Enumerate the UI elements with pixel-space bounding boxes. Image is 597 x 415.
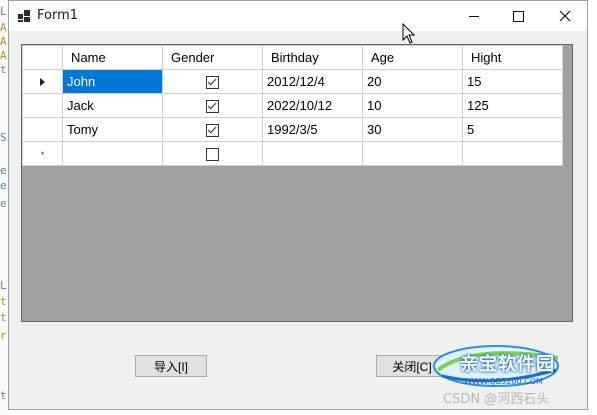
data-grid[interactable]: Name Gender Birthday Age Hight John 2012… — [21, 44, 573, 322]
gender-checkbox[interactable] — [206, 124, 219, 138]
table-row: Jack 2022/10/12 10 125 — [22, 93, 563, 118]
grid-table: Name Gender Birthday Age Hight John 2012… — [22, 45, 563, 166]
watermark-text: 亲宝软件园 — [460, 354, 555, 375]
cell-hight[interactable]: 5 — [462, 117, 563, 142]
code-char: t — [0, 311, 7, 324]
row-header[interactable] — [22, 69, 63, 94]
cell-birthday[interactable]: 2022/10/12 — [262, 93, 363, 118]
cell-gender[interactable] — [162, 117, 263, 142]
minimize-button[interactable] — [451, 1, 496, 31]
close-icon — [559, 10, 570, 22]
cell-name[interactable]: Tomy — [62, 117, 163, 142]
grid-corner[interactable] — [22, 45, 63, 70]
column-header-age[interactable]: Age — [362, 45, 463, 70]
cell-age[interactable] — [362, 141, 463, 166]
code-char: S — [0, 131, 7, 144]
table-row: John 2012/12/4 20 15 — [22, 69, 563, 94]
cell-gender[interactable] — [162, 69, 263, 94]
code-char: e — [0, 164, 7, 177]
cell-name[interactable] — [62, 141, 163, 166]
table-row: Tomy 1992/3/5 30 5 — [22, 117, 563, 142]
code-char: t — [0, 63, 7, 76]
code-char: A — [0, 49, 7, 62]
cell-age[interactable]: 30 — [362, 117, 463, 142]
cell-hight[interactable] — [462, 141, 563, 166]
code-char: L — [0, 5, 7, 18]
new-row: * — [22, 141, 563, 166]
column-header-birthday[interactable]: Birthday — [262, 45, 363, 70]
close-window-button[interactable] — [542, 1, 587, 31]
mouse-pointer-icon — [402, 23, 416, 44]
cell-birthday[interactable]: 2012/12/4 — [262, 69, 363, 94]
maximize-icon — [513, 10, 524, 22]
window-title: Form1 — [37, 8, 79, 23]
code-char: A — [0, 21, 7, 34]
gender-checkbox[interactable] — [206, 148, 219, 162]
cell-age[interactable]: 20 — [362, 69, 463, 94]
code-char: A — [0, 35, 7, 48]
column-header-hight[interactable]: Hight — [462, 45, 563, 70]
watermark-url: WWW.QB5200.COM — [464, 377, 543, 386]
column-header-gender[interactable]: Gender — [162, 45, 263, 70]
row-header[interactable]: * — [22, 141, 63, 166]
maximize-button[interactable] — [496, 1, 541, 31]
code-char: e — [0, 179, 7, 192]
cell-age[interactable]: 10 — [362, 93, 463, 118]
code-char: t — [0, 295, 7, 308]
column-header-name[interactable]: Name — [62, 45, 163, 70]
import-button[interactable]: 导入[I] — [135, 355, 207, 377]
cell-birthday[interactable] — [262, 141, 363, 166]
gender-checkbox[interactable] — [206, 100, 219, 114]
code-char: e — [0, 197, 7, 210]
cell-name[interactable]: Jack — [62, 93, 163, 118]
row-header[interactable] — [22, 93, 63, 118]
cell-hight[interactable]: 15 — [462, 69, 563, 94]
header-row: Name Gender Birthday Age Hight — [22, 45, 563, 70]
app-icon — [18, 10, 30, 22]
code-char: t — [0, 389, 7, 402]
cell-name[interactable]: John — [62, 69, 163, 94]
title-bar[interactable]: Form1 — [9, 1, 587, 31]
new-row-marker: * — [40, 150, 45, 160]
cell-birthday[interactable]: 1992/3/5 — [262, 117, 363, 142]
row-header[interactable] — [22, 117, 63, 142]
gender-checkbox[interactable] — [206, 76, 219, 90]
cell-gender[interactable] — [162, 141, 263, 166]
current-row-indicator-icon — [40, 78, 45, 86]
code-char: r — [0, 329, 7, 342]
code-char: L — [0, 279, 7, 292]
csdn-watermark: CSDN @河西石头 — [443, 392, 550, 407]
cell-gender[interactable] — [162, 93, 263, 118]
cell-hight[interactable]: 125 — [462, 93, 563, 118]
minimize-icon — [468, 15, 479, 17]
